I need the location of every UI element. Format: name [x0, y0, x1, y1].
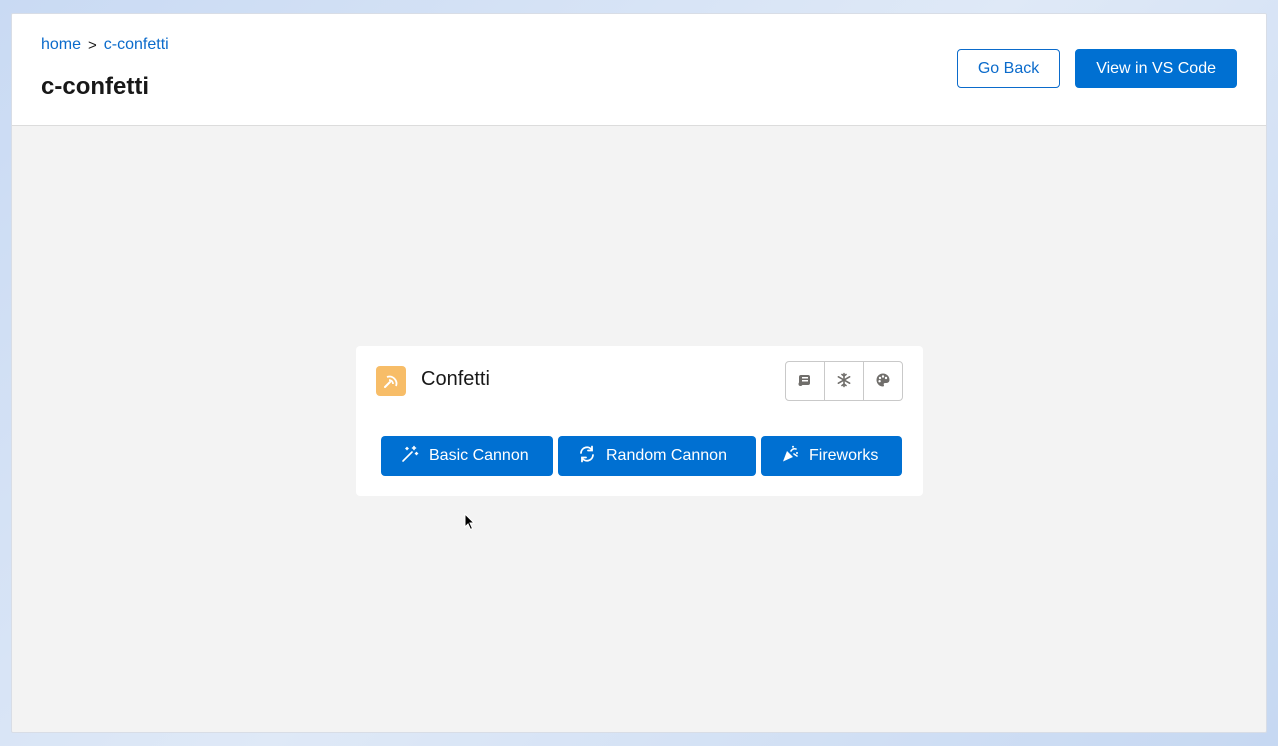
fireworks-label: Fireworks [809, 447, 879, 464]
breadcrumb-home-link[interactable]: home [41, 36, 81, 54]
breadcrumb-current-link[interactable]: c-confetti [104, 36, 169, 54]
fireworks-button[interactable]: Fireworks [761, 436, 902, 476]
magic-wand-icon [401, 445, 419, 468]
mouse-cursor-icon [464, 513, 476, 531]
confetti-card: Confetti Basic Cannon Random Cannon Fire… [356, 346, 923, 496]
page-header: home > c-confetti c-confetti Go Back Vie… [12, 14, 1266, 126]
scroll-button[interactable] [785, 361, 825, 401]
basic-cannon-label: Basic Cannon [429, 447, 529, 464]
header-actions: Go Back View in VS Code [956, 49, 1237, 88]
app-frame: home > c-confetti c-confetti Go Back Vie… [11, 13, 1267, 733]
palette-icon [875, 372, 891, 391]
breadcrumb: home > c-confetti [41, 36, 169, 54]
go-back-button[interactable]: Go Back [956, 49, 1061, 88]
breadcrumb-separator: > [88, 36, 97, 54]
view-in-vscode-button[interactable]: View in VS Code [1075, 49, 1237, 88]
party-popper-icon [781, 445, 799, 468]
refresh-icon [578, 445, 596, 468]
icon-button-group [785, 361, 903, 401]
page-title: c-confetti [41, 73, 149, 100]
scroll-icon [797, 372, 813, 391]
card-title: Confetti [421, 368, 490, 390]
random-cannon-button[interactable]: Random Cannon [558, 436, 756, 476]
snowflake-icon [836, 372, 852, 391]
palette-button[interactable] [863, 361, 903, 401]
random-cannon-label: Random Cannon [606, 447, 727, 464]
basic-cannon-button[interactable]: Basic Cannon [381, 436, 553, 476]
snowflake-button[interactable] [824, 361, 864, 401]
confetti-icon [376, 366, 406, 396]
action-buttons: Basic Cannon Random Cannon Fireworks [381, 436, 902, 476]
